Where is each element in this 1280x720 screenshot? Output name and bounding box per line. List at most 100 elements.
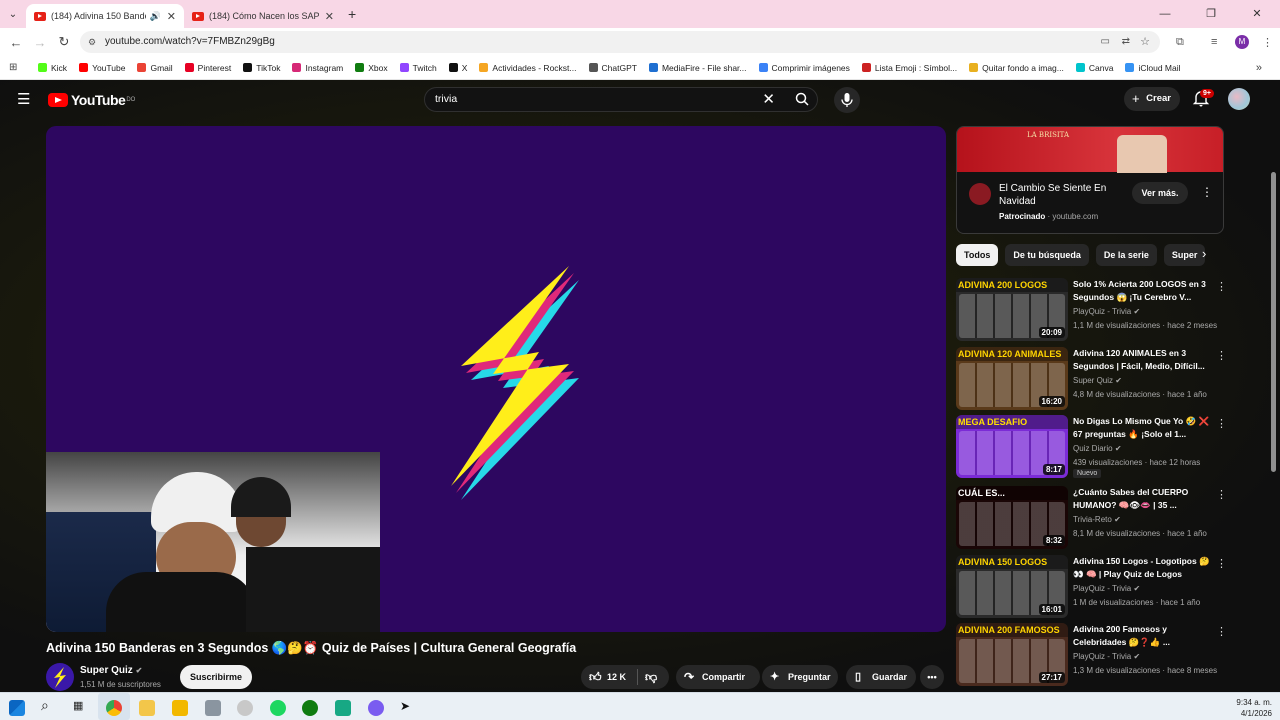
xbox-icon[interactable]: [302, 700, 318, 716]
more-actions-button[interactable]: •••: [920, 665, 944, 689]
browser-tab[interactable]: (184) Cómo Nacen los SAPOS d ✕: [184, 4, 342, 28]
create-button[interactable]: + Crear: [1124, 87, 1180, 111]
search-icon[interactable]: [795, 92, 809, 106]
video-title[interactable]: Adivina 120 ANIMALES en 3 Segundos | Fác…: [1073, 347, 1213, 373]
minimize-icon[interactable]: —: [1142, 0, 1188, 28]
video-title[interactable]: Adivina 200 Famosos y Celebridades 🤔❓👍 .…: [1073, 623, 1213, 649]
search-icon[interactable]: ⌕: [41, 697, 49, 714]
channel-name[interactable]: Quiz Diario ✔: [1073, 444, 1122, 453]
like-button[interactable]: 👍︎: [589, 665, 602, 689]
bookmark-item[interactable]: TikTok: [243, 63, 280, 73]
channel-name[interactable]: PlayQuiz - Trivia ✔: [1073, 584, 1140, 593]
bookmark-item[interactable]: Canva: [1075, 63, 1113, 73]
more-bookmarks-icon[interactable]: »: [1256, 62, 1262, 74]
media-icon[interactable]: ≡: [1211, 36, 1217, 48]
dislike-button[interactable]: 👎︎: [645, 665, 657, 689]
bookmark-item[interactable]: Twitch: [399, 63, 437, 73]
recommended-video[interactable]: MEGA DESAFIO 8:17 No Digas Lo Mismo Que Yo…: [956, 415, 1266, 479]
speaker-icon[interactable]: 🔊: [150, 11, 161, 22]
video-thumbnail[interactable]: ADIVINA 200 LOGOS 20:09: [956, 278, 1068, 341]
video-menu-icon[interactable]: ⋮: [1216, 349, 1227, 362]
browser-tab-active[interactable]: (184) Adivina 150 Banderas 🔊 ✕: [26, 4, 184, 28]
close-tab-icon[interactable]: ✕: [325, 10, 334, 23]
bookmark-item[interactable]: ChatGPT: [588, 63, 637, 73]
recommended-video[interactable]: ADIVINA 150 LOGOS 16:01 Adivina 150 Logos …: [956, 555, 1266, 619]
channel-name[interactable]: Super Quiz ✔: [1073, 376, 1122, 385]
chip-from-search[interactable]: De tu búsqueda: [1005, 244, 1089, 266]
avatar[interactable]: [1228, 88, 1250, 110]
chrome-icon[interactable]: [106, 700, 122, 716]
video-menu-icon[interactable]: ⋮: [1216, 625, 1227, 638]
task-view-icon[interactable]: ▦: [73, 699, 83, 712]
chip-from-series[interactable]: De la serie: [1095, 244, 1157, 266]
video-player[interactable]: [46, 126, 946, 632]
app-icon[interactable]: [335, 700, 351, 716]
recommended-video[interactable]: ADIVINA 200 LOGOS 20:09 Solo 1% Acierta 20…: [956, 278, 1266, 342]
save-button[interactable]: ▯ Guardar: [846, 665, 916, 689]
reload-icon[interactable]: ↻: [52, 34, 76, 50]
video-menu-icon[interactable]: ⋮: [1216, 280, 1227, 293]
file-explorer-icon[interactable]: [139, 700, 155, 716]
bookmark-item[interactable]: iCloud Mail: [1125, 63, 1181, 73]
channel-name[interactable]: PlayQuiz - Trivia ✔: [1073, 652, 1140, 661]
bookmark-item[interactable]: Lista Emoji : Símbol...: [861, 63, 957, 73]
app-icon[interactable]: [205, 700, 221, 716]
share-button[interactable]: ↷ Compartir: [676, 665, 760, 689]
video-title[interactable]: ¿Cuánto Sabes del CUERPO HUMANO? 🧠👁👄 | 3…: [1073, 486, 1213, 512]
bookmark-item[interactable]: Gmail: [137, 63, 173, 73]
scrollbar-thumb[interactable]: [1271, 172, 1276, 472]
bookmark-item[interactable]: Kick: [38, 63, 67, 73]
bookmark-item[interactable]: YouTube: [79, 63, 125, 73]
recommended-video[interactable]: ADIVINA 120 ANIMALES 16:20 Adivina 120 ANI…: [956, 347, 1266, 411]
channel-name[interactable]: PlayQuiz - Trivia ✔: [1073, 307, 1140, 316]
bookmark-item[interactable]: Instagram: [292, 63, 343, 73]
cast-icon[interactable]: ▭: [1101, 31, 1110, 53]
video-title[interactable]: No Digas Lo Mismo Que Yo 🤣 ❌ 67 pregunta…: [1073, 415, 1213, 441]
voice-search-button[interactable]: [834, 87, 860, 113]
bookmark-star-icon[interactable]: ☆: [1140, 31, 1150, 53]
bookmark-item[interactable]: Actividades - Rockst...: [479, 63, 577, 73]
close-tab-icon[interactable]: ✕: [167, 10, 176, 23]
ask-button[interactable]: ✦ Preguntar: [762, 665, 838, 689]
store-icon[interactable]: [172, 700, 188, 716]
chip-all[interactable]: Todos: [956, 244, 999, 266]
back-icon[interactable]: ←: [4, 35, 28, 50]
ad-cta-button[interactable]: Ver más.: [1132, 182, 1188, 204]
video-thumbnail[interactable]: ADIVINA 120 ANIMALES 16:20: [956, 347, 1068, 410]
hamburger-menu-icon[interactable]: ☰: [17, 90, 30, 108]
ad-menu-icon[interactable]: ⋮: [1201, 185, 1213, 199]
video-thumbnail[interactable]: CUÁL ES... 8:32: [956, 486, 1068, 549]
clear-search-icon[interactable]: ✕: [762, 88, 775, 111]
channel-avatar[interactable]: [46, 663, 74, 691]
video-thumbnail[interactable]: ADIVINA 150 LOGOS 16:01: [956, 555, 1068, 618]
new-tab-button[interactable]: +: [348, 6, 356, 22]
translate-icon[interactable]: ⇄: [1122, 31, 1130, 53]
windows-start-icon[interactable]: [9, 700, 25, 716]
forward-icon[interactable]: →: [28, 35, 52, 50]
channel-name[interactable]: Trivia-Reto ✔: [1073, 515, 1121, 524]
profile-icon[interactable]: M: [1235, 35, 1249, 49]
discord-icon[interactable]: [368, 700, 384, 716]
system-clock[interactable]: 9:34 a. m. 4/1/2026: [1236, 697, 1272, 719]
channel-name[interactable]: Super Quiz ✔: [80, 665, 142, 676]
video-title[interactable]: Solo 1% Acierta 200 LOGOS en 3 Segundos …: [1073, 278, 1213, 304]
menu-dots-icon[interactable]: ⋮: [1262, 36, 1273, 49]
extensions-icon[interactable]: ⧉: [1176, 36, 1184, 49]
bookmark-item[interactable]: Quitar fondo a imag...: [969, 63, 1064, 73]
bookmark-item[interactable]: Xbox: [355, 63, 388, 73]
restore-icon[interactable]: ❐: [1188, 0, 1234, 28]
subscribe-button[interactable]: Suscribirme: [180, 665, 252, 689]
bookmark-item[interactable]: Comprimir imágenes: [758, 63, 850, 73]
url-field[interactable]: ⚙ youtube.com/watch?v=7FMBZn29gBg ▭ ⇄ ☆: [80, 31, 1160, 53]
video-menu-icon[interactable]: ⋮: [1216, 417, 1227, 430]
sponsored-ad[interactable]: LA BRISITA El Cambio Se Siente En Navida…: [956, 126, 1224, 234]
scrollbar[interactable]: [1270, 162, 1278, 492]
apps-grid-icon[interactable]: ⊞: [9, 62, 17, 73]
video-menu-icon[interactable]: ⋮: [1216, 488, 1227, 501]
recommended-video[interactable]: CUÁL ES... 8:32 ¿Cuánto Sabes del CUERPO H…: [956, 486, 1266, 550]
bookmark-item[interactable]: X: [448, 63, 467, 73]
site-info-icon[interactable]: ⚙: [88, 31, 96, 53]
steam-icon[interactable]: [237, 700, 253, 716]
spotify-icon[interactable]: [270, 700, 286, 716]
chip-channel[interactable]: Super: [1163, 244, 1206, 266]
